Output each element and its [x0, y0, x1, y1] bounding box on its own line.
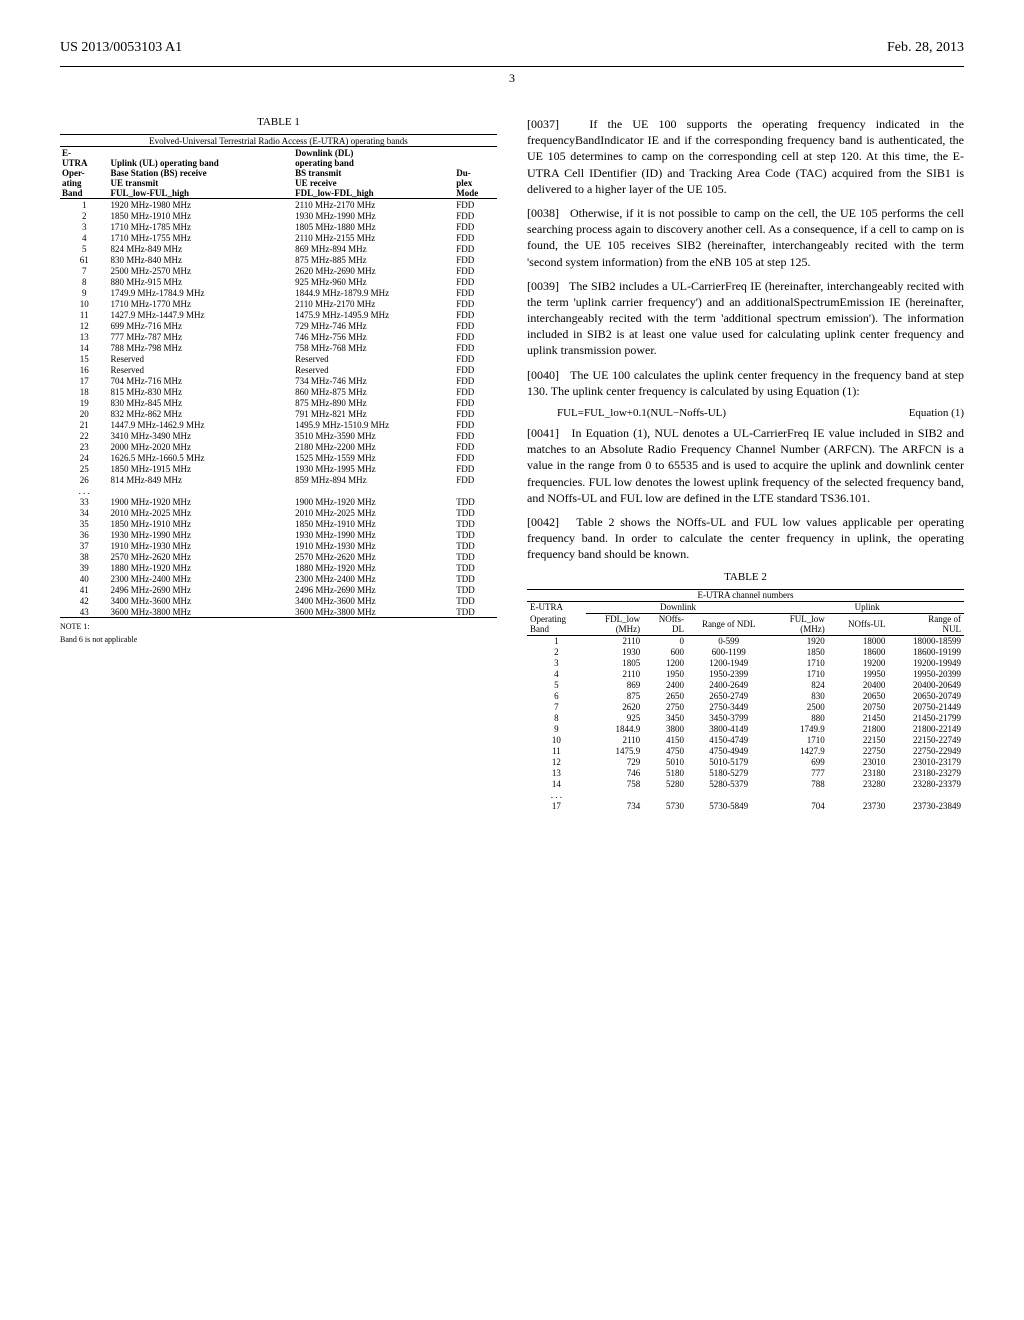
table-row: 4211019501950-239917101995019950-20399 [527, 669, 964, 680]
content-columns: TABLE 1 Evolved-Universal Terrestrial Ra… [60, 116, 964, 812]
table-row: 17704 MHz-716 MHz734 MHz-746 MHzFDD [60, 375, 497, 386]
table-row: 223410 MHz-3490 MHz3510 MHz-3590 MHzFDD [60, 430, 497, 441]
table-row: . . . [527, 790, 964, 801]
para-num-42: [0042] [527, 515, 559, 529]
table-row: 371910 MHz-1930 MHz1910 MHz-1930 MHzTDD [60, 540, 497, 551]
para-41: [0041] In Equation (1), NUL denotes a UL… [527, 425, 964, 506]
table-row: 91749.9 MHz-1784.9 MHz1844.9 MHz-1879.9 … [60, 287, 497, 298]
table-row: 433600 MHz-3800 MHz3600 MHz-3800 MHzTDD [60, 606, 497, 618]
table-row: 361930 MHz-1990 MHz1930 MHz-1990 MHzTDD [60, 529, 497, 540]
table-row: 892534503450-37998802145021450-21799 [527, 713, 964, 724]
table1-h-mode: Du- plex Mode [454, 147, 497, 199]
table-row: 41710 MHz-1755 MHz2110 MHz-2155 MHzFDD [60, 232, 497, 243]
table-row: 12699 MHz-716 MHz729 MHz-746 MHzFDD [60, 320, 497, 331]
table-row: 7262027502750-344925002075020750-21449 [527, 702, 964, 713]
doc-date: Feb. 28, 2013 [887, 40, 964, 56]
table-row: 72500 MHz-2570 MHz2620 MHz-2690 MHzFDD [60, 265, 497, 276]
table-row: 8880 MHz-915 MHz925 MHz-960 MHzFDD [60, 276, 497, 287]
table-row: 61830 MHz-840 MHz875 MHz-885 MHzFDD [60, 254, 497, 265]
table-row: 91844.938003800-41491749.92180021800-221… [527, 724, 964, 735]
table-row: 342010 MHz-2025 MHz2010 MHz-2025 MHzTDD [60, 507, 497, 518]
table-row: 1374651805180-52797772318023180-23279 [527, 768, 964, 779]
table-row: 13777 MHz-787 MHz746 MHz-756 MHzFDD [60, 331, 497, 342]
table-row: 15ReservedReservedFDD [60, 353, 497, 364]
table-row: 20832 MHz-862 MHz791 MHz-821 MHzFDD [60, 408, 497, 419]
table-row: 1272950105010-51796992301023010-23179 [527, 757, 964, 768]
table-row: 391880 MHz-1920 MHz1880 MHz-1920 MHzTDD [60, 562, 497, 573]
table-row: 26814 MHz-849 MHz859 MHz-894 MHzFDD [60, 474, 497, 485]
table-row: 10211041504150-474917102215022150-22749 [527, 735, 964, 746]
table2-title: TABLE 2 [527, 571, 964, 583]
right-column: [0037] If the UE 100 supports the operat… [527, 116, 964, 812]
table1-h-uplink: Uplink (UL) operating band Base Station … [109, 147, 294, 199]
table-row: 687526502650-27498302065020650-20749 [527, 691, 964, 702]
para-num-40: [0040] [527, 368, 559, 382]
table-row: 351850 MHz-1910 MHz1850 MHz-1910 MHzTDD [60, 518, 497, 529]
para-num-41: [0041] [527, 426, 559, 440]
table-row: 11920 MHz-1980 MHz2110 MHz-2170 MHzFDD [60, 199, 497, 211]
table1-caption: Evolved-Universal Terrestrial Radio Acce… [60, 135, 497, 147]
table-row: 241626.5 MHz-1660.5 MHz1525 MHz-1559 MHz… [60, 452, 497, 463]
table-row: 251850 MHz-1915 MHz1930 MHz-1995 MHzFDD [60, 463, 497, 474]
equation-1: FUL=FUL_low+0.1(NUL−Noffs-UL) Equation (… [557, 407, 964, 419]
table-row: 111427.9 MHz-1447.9 MHz1475.9 MHz-1495.9… [60, 309, 497, 320]
table-row: 211447.9 MHz-1462.9 MHz1495.9 MHz-1510.9… [60, 419, 497, 430]
table-row: 232000 MHz-2020 MHz2180 MHz-2200 MHzFDD [60, 441, 497, 452]
table-row: 382570 MHz-2620 MHz2570 MHz-2620 MHzTDD [60, 551, 497, 562]
table-row: 331900 MHz-1920 MHz1900 MHz-1920 MHzTDD [60, 496, 497, 507]
table2-header-row1: E-UTRA Downlink Uplink [527, 601, 964, 613]
table-row: 1211000-59919201800018000-18599 [527, 635, 964, 647]
table-row: 412496 MHz-2690 MHz2496 MHz-2690 MHzTDD [60, 584, 497, 595]
header-divider [60, 66, 964, 67]
table-row: 1475852805280-53797882328023280-23379 [527, 779, 964, 790]
para-39: [0039] The SIB2 includes a UL-CarrierFre… [527, 278, 964, 359]
table-row: 101710 MHz-1770 MHz2110 MHz-2170 MHzFDD [60, 298, 497, 309]
table1-note2: Band 6 is not applicable [60, 635, 497, 644]
table1-title: TABLE 1 [60, 116, 497, 128]
table-row: 19830 MHz-845 MHz875 MHz-890 MHzFDD [60, 397, 497, 408]
table1-note1: NOTE 1: [60, 622, 497, 631]
table-row: 3180512001200-194917101920019200-19949 [527, 658, 964, 669]
table-row: 402300 MHz-2400 MHz2300 MHz-2400 MHzTDD [60, 573, 497, 584]
para-num-38: [0038] [527, 206, 559, 220]
table-row: . . . [60, 485, 497, 496]
table1-h-band: E- UTRA Oper- ating Band [60, 147, 109, 199]
table-row: 21850 MHz-1910 MHz1930 MHz-1990 MHzFDD [60, 210, 497, 221]
table1: Evolved-Universal Terrestrial Radio Acce… [60, 134, 497, 618]
left-column: TABLE 1 Evolved-Universal Terrestrial Ra… [60, 116, 497, 812]
para-num-37: [0037] [527, 117, 559, 131]
table-row: 31710 MHz-1785 MHz1805 MHz-1880 MHzFDD [60, 221, 497, 232]
table-row: 586924002400-26498242040020400-20649 [527, 680, 964, 691]
table-row: 18815 MHz-830 MHz860 MHz-875 MHzFDD [60, 386, 497, 397]
table-row: 1773457305730-58497042373023730-23849 [527, 801, 964, 812]
page-number: 3 [60, 71, 964, 86]
table-row: 111475.947504750-49491427.92275022750-22… [527, 746, 964, 757]
table-row: 21930600600-119918501860018600-19199 [527, 647, 964, 658]
table1-header-row: E- UTRA Oper- ating Band Uplink (UL) ope… [60, 147, 497, 199]
page-header: US 2013/0053103 A1 Feb. 28, 2013 [60, 40, 964, 56]
doc-id: US 2013/0053103 A1 [60, 40, 182, 56]
table-row: 16ReservedReservedFDD [60, 364, 497, 375]
para-40: [0040] The UE 100 calculates the uplink … [527, 367, 964, 399]
table2-header-row2: OperatingBand FDL_low(MHz) NOffs-DL Rang… [527, 613, 964, 635]
table-row: 14788 MHz-798 MHz758 MHz-768 MHzFDD [60, 342, 497, 353]
table2: E-UTRA channel numbers E-UTRA Downlink U… [527, 589, 964, 812]
para-42: [0042] Table 2 shows the NOffs-UL and FU… [527, 514, 964, 563]
table-row: 423400 MHz-3600 MHz3400 MHz-3600 MHzTDD [60, 595, 497, 606]
para-38: [0038] Otherwise, if it is not possible … [527, 205, 964, 270]
table2-caption: E-UTRA channel numbers [527, 589, 964, 601]
para-num-39: [0039] [527, 279, 559, 293]
table-row: 5824 MHz-849 MHz869 MHz-894 MHzFDD [60, 243, 497, 254]
table1-h-downlink: Downlink (DL) operating band BS transmit… [293, 147, 454, 199]
para-37: [0037] If the UE 100 supports the operat… [527, 116, 964, 197]
